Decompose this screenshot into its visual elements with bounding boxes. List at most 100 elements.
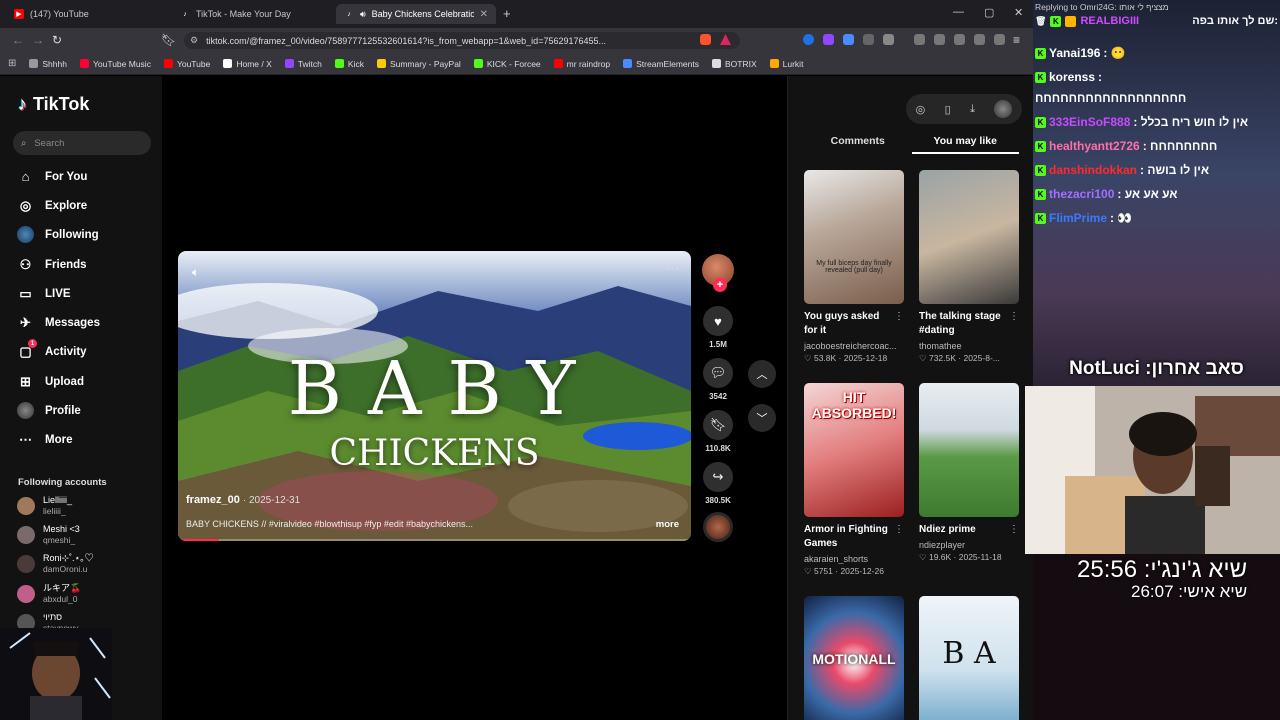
- new-tab-icon[interactable]: +: [503, 6, 511, 21]
- recommendation-card[interactable]: B A: [919, 596, 1019, 720]
- tab-tiktok-home[interactable]: ♪ TikTok - Make Your Day: [172, 4, 330, 24]
- following-account[interactable]: Roni⊹˚.⋆｡♡ damOroni.u: [17, 553, 94, 574]
- next-video-button[interactable]: ﹀: [748, 404, 776, 432]
- bookmark-10[interactable]: BOTRIX: [711, 59, 757, 69]
- bookmark-0[interactable]: Shhhh: [29, 59, 67, 69]
- video-player[interactable]: BABY CHICKENS 🔈︎ ⋯ framez_00 · 2025-12-3…: [178, 251, 691, 541]
- video-thumbnail[interactable]: B A: [919, 596, 1019, 720]
- speaker-icon[interactable]: 🔊︎: [360, 9, 366, 20]
- sidebar-item-explore[interactable]: ◎ Explore: [17, 197, 87, 214]
- video-thumbnail[interactable]: MOTIONALL: [804, 596, 904, 720]
- bookmark-8[interactable]: mr raindrop: [553, 59, 610, 69]
- close-window-icon[interactable]: ✕: [1014, 6, 1023, 19]
- profile-avatar[interactable]: [994, 100, 1013, 118]
- bookmark-11[interactable]: Lurkit: [769, 59, 803, 69]
- wallet-icon[interactable]: [954, 34, 965, 45]
- save-action[interactable]: 🔖︎ 110.8K: [700, 410, 736, 453]
- tab-comments[interactable]: Comments: [804, 128, 912, 154]
- extension-2-icon[interactable]: [823, 34, 834, 45]
- bookmark-3[interactable]: Home / X: [223, 59, 272, 69]
- tiktok-logo[interactable]: ♪ TikTok: [18, 94, 89, 115]
- card-options-icon[interactable]: ⋮: [894, 524, 904, 535]
- video-thumbnail[interactable]: [919, 383, 1019, 517]
- tab-tiktok-video[interactable]: ♪ 🔊︎ Baby Chickens Celebration fo ✕: [336, 4, 496, 24]
- volume-icon[interactable]: 🔈︎: [192, 265, 199, 280]
- bookmark-icon[interactable]: 🔖︎: [161, 33, 176, 47]
- like-action[interactable]: ♥ 1.5M: [700, 306, 736, 349]
- sidebar-item-for-you[interactable]: ⌂ For You: [17, 168, 88, 185]
- card-title[interactable]: The talking stage #dating: [919, 310, 1019, 338]
- sidebar-item-friends[interactable]: ⚇ Friends: [17, 256, 87, 273]
- recommendation-card[interactable]: MOTIONALL: [804, 596, 904, 720]
- search-input[interactable]: ⌕ Search: [13, 131, 151, 155]
- share-action[interactable]: ↪ 380.5K: [700, 462, 736, 505]
- sidebar-item-upload[interactable]: ⊞ Upload: [17, 373, 84, 390]
- bookmark-icon[interactable]: 🔖︎: [703, 410, 733, 440]
- recommendation-card[interactable]: The talking stage #dating thomathee ♡ 732.…: [919, 170, 1019, 364]
- leo-icon[interactable]: [974, 34, 985, 45]
- bookmark-4[interactable]: Twitch: [284, 59, 322, 69]
- device-icon[interactable]: ▯: [945, 103, 951, 116]
- following-account[interactable]: ルキア🍒 abxdul_0: [17, 583, 81, 604]
- previous-video-button[interactable]: ︿: [748, 360, 776, 388]
- card-username[interactable]: akaraien_shorts: [804, 554, 904, 564]
- caption-more-button[interactable]: more: [656, 519, 679, 530]
- card-username[interactable]: ndiezplayer: [919, 540, 1019, 550]
- reload-icon[interactable]: ↻: [52, 33, 62, 47]
- recommendation-card[interactable]: Ndiez prime ndiezplayer ♡ 19.6K · 2025-11-…: [919, 383, 1019, 563]
- sidebar-item-activity[interactable]: ▢ 1 Activity: [17, 339, 87, 360]
- extension-4-icon[interactable]: [883, 34, 894, 45]
- heart-icon[interactable]: ♥: [703, 306, 733, 336]
- sidebar-icon[interactable]: [934, 34, 945, 45]
- card-title[interactable]: Armor in Fighting Games Explained...: [804, 523, 904, 551]
- video-options-icon[interactable]: ⋯: [666, 261, 679, 277]
- recommendation-card[interactable]: HIT ABSORBED! Armor in Fighting Games Exp…: [804, 383, 904, 577]
- vpn-icon[interactable]: [994, 34, 1005, 45]
- bookmark-7[interactable]: KICK - Forcee: [473, 59, 541, 69]
- card-options-icon[interactable]: ⋮: [1009, 311, 1019, 322]
- extension-3-icon[interactable]: [843, 34, 854, 45]
- brave-shield-icon[interactable]: [700, 34, 711, 45]
- video-progress-bar[interactable]: [178, 539, 691, 541]
- extension-1-icon[interactable]: [803, 34, 814, 45]
- card-title[interactable]: You guys asked for it @ekkovision...: [804, 310, 904, 338]
- site-info-icon[interactable]: ⚙: [190, 35, 198, 46]
- comment-action[interactable]: 💬︎ 3542: [700, 358, 736, 401]
- tab-you-may-like[interactable]: You may like: [911, 128, 1019, 154]
- card-title[interactable]: Ndiez prime: [919, 523, 1019, 537]
- comment-icon[interactable]: 💬︎: [703, 358, 733, 388]
- card-options-icon[interactable]: ⋮: [894, 311, 904, 322]
- minimize-icon[interactable]: —: [953, 6, 964, 18]
- card-username[interactable]: jacoboestreichercoac...: [804, 341, 904, 351]
- sound-disc[interactable]: [703, 512, 733, 542]
- bookmark-1[interactable]: YouTube Music: [79, 59, 151, 69]
- coins-icon[interactable]: ◎: [916, 103, 926, 116]
- url-field[interactable]: ⚙ tiktok.com/@framez_00/video/7589777125…: [184, 32, 740, 49]
- video-author[interactable]: framez_00 · 2025-12-31: [186, 494, 300, 506]
- apps-icon[interactable]: ⊞: [8, 58, 16, 69]
- bookmark-6[interactable]: Summary - PayPal: [376, 59, 461, 69]
- back-icon[interactable]: ←: [12, 33, 24, 47]
- video-thumbnail[interactable]: My full biceps day finally revealed (pul…: [804, 170, 904, 304]
- menu-icon[interactable]: ≡: [1013, 33, 1020, 47]
- card-options-icon[interactable]: ⋮: [1009, 524, 1019, 535]
- media-icon[interactable]: [914, 34, 925, 45]
- close-tab-icon[interactable]: ✕: [480, 9, 488, 20]
- bookmark-9[interactable]: StreamElements: [623, 59, 699, 69]
- maximize-icon[interactable]: ▢: [984, 6, 994, 19]
- sidebar-item-profile[interactable]: ● Profile: [17, 402, 81, 419]
- share-icon[interactable]: ↪: [703, 462, 733, 492]
- sidebar-item-live[interactable]: ▭ LIVE: [17, 285, 70, 302]
- following-account[interactable]: Lielliiii_ lieliiii_: [17, 495, 72, 516]
- video-thumbnail[interactable]: [919, 170, 1019, 304]
- sidebar-item-messages[interactable]: ✈ Messages: [17, 314, 100, 331]
- download-icon[interactable]: ⤓: [970, 103, 975, 116]
- forward-icon[interactable]: →: [32, 33, 44, 47]
- extensions-icon[interactable]: [863, 34, 874, 45]
- sidebar-item-more[interactable]: ⋯ More: [17, 431, 72, 448]
- bookmark-5[interactable]: Kick: [334, 59, 364, 69]
- tab-youtube[interactable]: ▶ (147) YouTube: [6, 4, 164, 24]
- recommendation-card[interactable]: My full biceps day finally revealed (pul…: [804, 170, 904, 364]
- video-thumbnail[interactable]: HIT ABSORBED!: [804, 383, 904, 517]
- bookmark-2[interactable]: YouTube: [163, 59, 210, 69]
